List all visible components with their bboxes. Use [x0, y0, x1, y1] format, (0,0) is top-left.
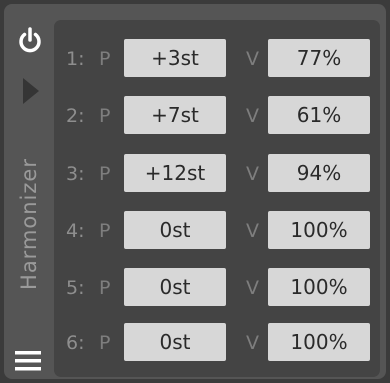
harmonizer-device: Harmonizer 1: P +3st V 77% 2: P +7st V 6… — [4, 4, 386, 379]
voice-number: 1: — [66, 48, 85, 70]
pitch-label: P — [99, 48, 111, 70]
voice-row-4: 4: P 0st V 100% — [54, 211, 380, 251]
volume-value-box[interactable]: 100% — [268, 268, 370, 306]
power-button[interactable] — [15, 26, 45, 56]
pitch-value-box[interactable]: +7st — [124, 96, 226, 134]
pitch-label: P — [99, 277, 111, 299]
voices-panel: 1: P +3st V 77% 2: P +7st V 61% 3: P +12… — [54, 20, 380, 377]
volume-label: V — [246, 220, 259, 242]
play-triangle-icon — [23, 78, 39, 104]
pitch-value-box[interactable]: 0st — [124, 268, 226, 306]
voice-number: 3: — [66, 163, 85, 185]
voice-row-1: 1: P +3st V 77% — [54, 39, 380, 79]
menu-button[interactable] — [15, 349, 43, 373]
voice-number: 4: — [66, 220, 85, 242]
volume-value-box[interactable]: 100% — [268, 211, 370, 249]
volume-value-box[interactable]: 94% — [268, 154, 370, 192]
volume-label: V — [246, 163, 259, 185]
expand-button[interactable] — [19, 76, 41, 106]
power-icon — [19, 27, 41, 53]
pitch-value-box[interactable]: +12st — [124, 154, 226, 192]
pitch-label: P — [99, 105, 111, 127]
volume-value-box[interactable]: 77% — [268, 39, 370, 77]
voice-number: 5: — [66, 277, 85, 299]
pitch-value-box[interactable]: 0st — [124, 211, 226, 249]
volume-label: V — [246, 277, 259, 299]
volume-value-box[interactable]: 61% — [268, 96, 370, 134]
voice-row-2: 2: P +7st V 61% — [54, 96, 380, 136]
voice-number: 2: — [66, 105, 85, 127]
hamburger-menu-icon — [15, 351, 41, 371]
volume-label: V — [246, 48, 259, 70]
voice-row-5: 5: P 0st V 100% — [54, 268, 380, 308]
pitch-label: P — [99, 163, 111, 185]
pitch-label: P — [99, 332, 111, 354]
pitch-label: P — [99, 220, 111, 242]
pitch-value-box[interactable]: +3st — [124, 39, 226, 77]
volume-label: V — [246, 332, 259, 354]
volume-value-box[interactable]: 100% — [268, 323, 370, 361]
voice-row-3: 3: P +12st V 94% — [54, 154, 380, 194]
pitch-value-box[interactable]: 0st — [124, 323, 226, 361]
voice-number: 6: — [66, 332, 85, 354]
volume-label: V — [246, 105, 259, 127]
device-name-label: Harmonizer — [17, 158, 41, 290]
voice-row-6: 6: P 0st V 100% — [54, 323, 380, 363]
device-sidebar: Harmonizer — [4, 4, 54, 379]
